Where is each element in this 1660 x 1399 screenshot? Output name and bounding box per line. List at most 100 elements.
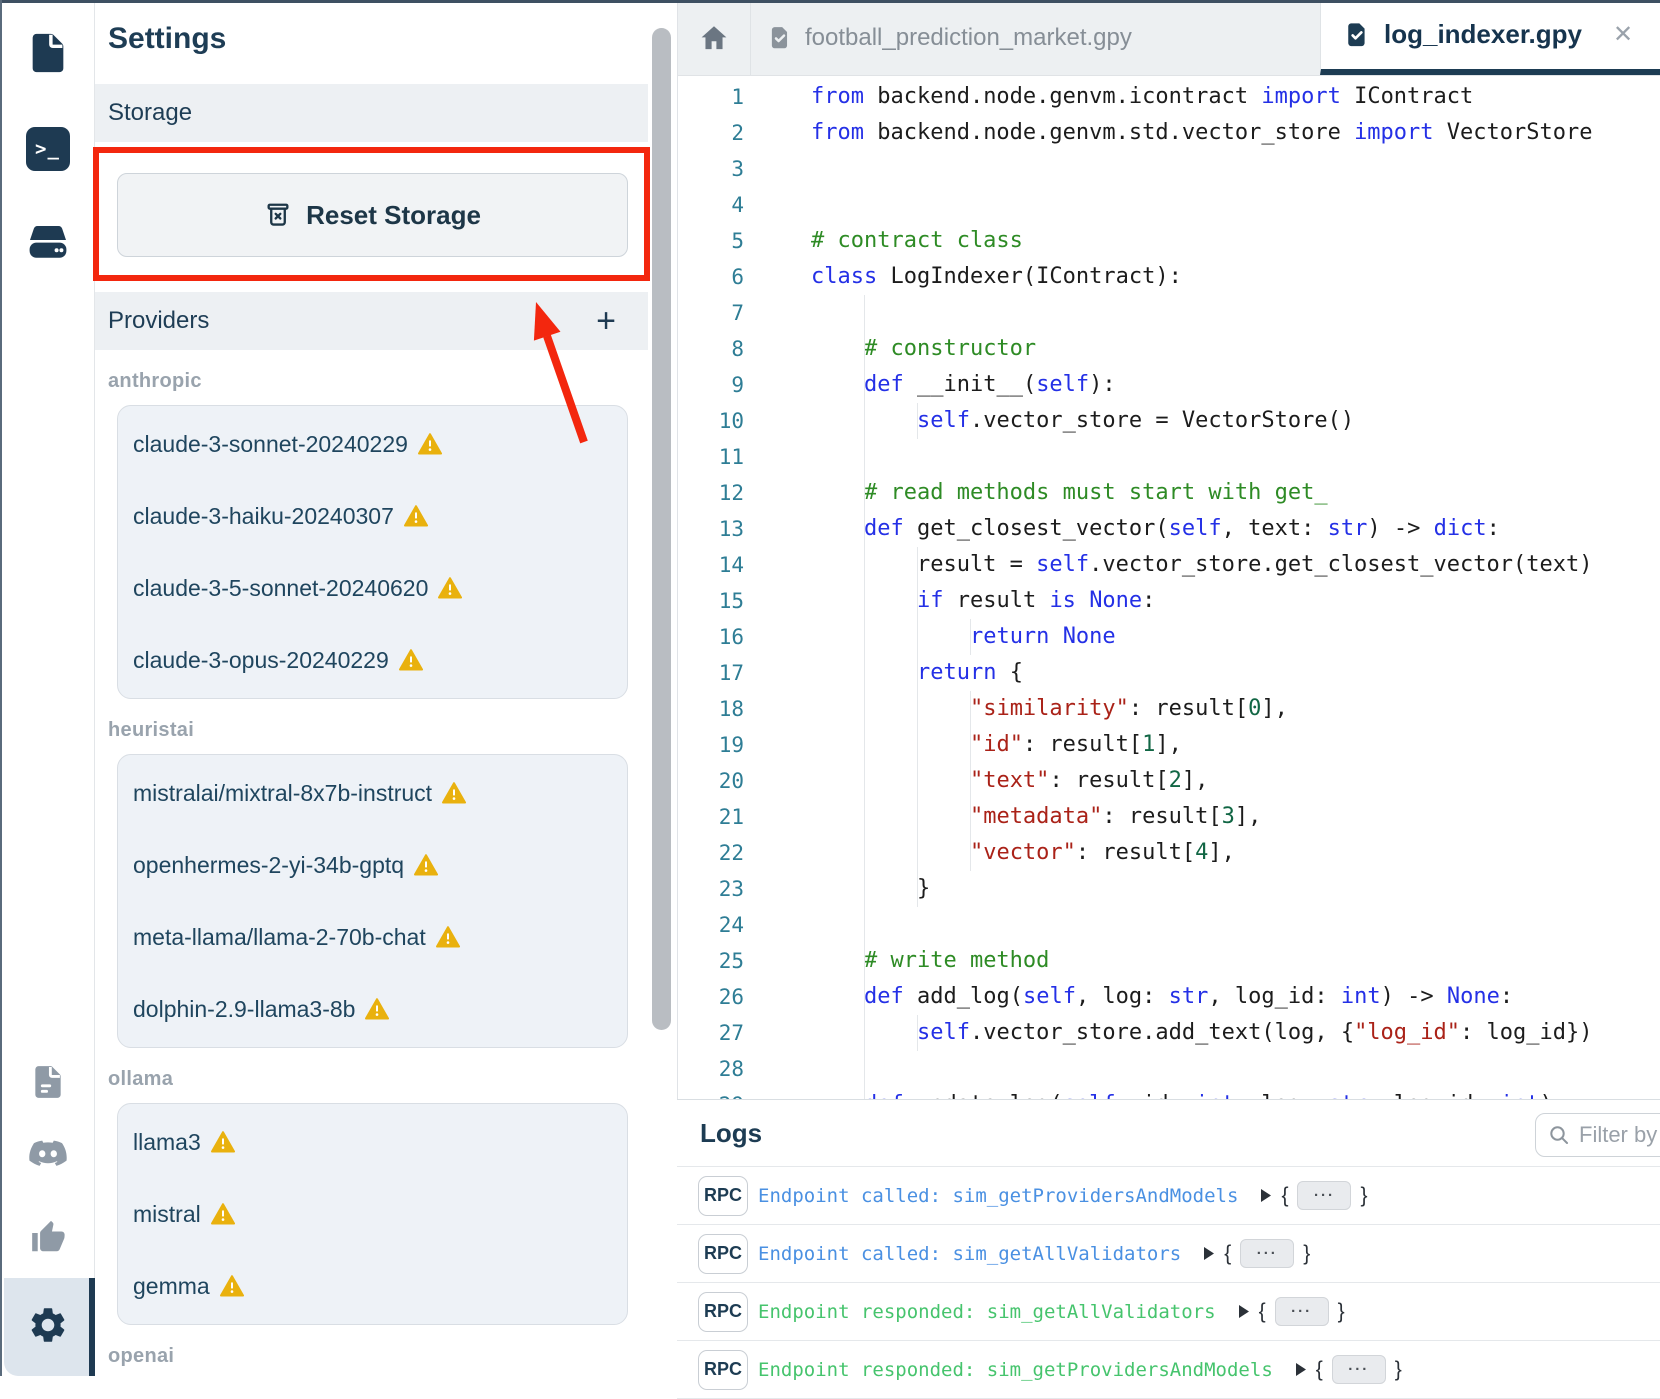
settings-panel: Settings Storage Reset Storage Providers… bbox=[95, 0, 677, 1376]
line-number: 24 bbox=[678, 913, 744, 937]
settings-gear-icon[interactable] bbox=[0, 1304, 95, 1346]
code-token: .vector_store = VectorStore() bbox=[970, 408, 1354, 433]
code-line: 8 # constructor bbox=[678, 331, 1660, 367]
indent-guide bbox=[864, 979, 865, 1015]
providers-section-label: Providers bbox=[108, 307, 209, 335]
code-line: 18 "similarity": result[0], bbox=[678, 691, 1660, 727]
code-token: import bbox=[1261, 84, 1340, 109]
contracts-file-icon[interactable] bbox=[0, 30, 95, 76]
log-json-preview[interactable]: {···} bbox=[1238, 1297, 1345, 1326]
provider-model-item[interactable]: dolphin-2.9-llama3-8b bbox=[118, 973, 627, 1045]
log-row[interactable]: RPCEndpoint responded: sim_getProvidersA… bbox=[677, 1341, 1660, 1399]
provider-model-item[interactable]: claude-3-sonnet-20240229 bbox=[118, 408, 627, 480]
logs-panel: Logs RPCEndpoint called: sim_getProvider… bbox=[677, 1099, 1660, 1376]
line-number: 25 bbox=[678, 949, 744, 973]
settings-scrollbar[interactable] bbox=[652, 28, 671, 1030]
tab-label: football_prediction_market.gpy bbox=[805, 24, 1132, 52]
editor-tab-bar: football_prediction_market.gpy log_index… bbox=[678, 0, 1660, 76]
provider-model-item[interactable]: gemma bbox=[118, 1250, 627, 1322]
reset-storage-label: Reset Storage bbox=[306, 200, 481, 231]
warning-icon bbox=[436, 926, 460, 948]
code-token: "log_id" bbox=[1354, 1020, 1460, 1045]
provider-model-item[interactable]: claude-3-5-sonnet-20240620 bbox=[118, 552, 627, 624]
storage-section-label: Storage bbox=[108, 99, 192, 127]
ellipsis-chip[interactable]: ··· bbox=[1297, 1181, 1351, 1210]
log-json-preview[interactable]: {···} bbox=[1260, 1181, 1367, 1210]
close-tab-icon[interactable]: ✕ bbox=[1613, 20, 1633, 49]
code-line: 16 return None bbox=[678, 619, 1660, 655]
tab-football-prediction-market[interactable]: football_prediction_market.gpy bbox=[750, 0, 1320, 75]
feedback-thumbs-up-icon[interactable] bbox=[0, 1218, 95, 1256]
code-token bbox=[811, 624, 970, 649]
line-number: 27 bbox=[678, 1021, 744, 1045]
terminal-icon[interactable]: >_ bbox=[0, 127, 95, 171]
line-number: 8 bbox=[678, 337, 744, 361]
storage-drive-icon[interactable] bbox=[0, 218, 95, 266]
code-line: 19 "id": result[1], bbox=[678, 727, 1660, 763]
ellipsis-chip[interactable]: ··· bbox=[1332, 1355, 1386, 1384]
code-line: 13 def get_closest_vector(self, text: st… bbox=[678, 511, 1660, 547]
logs-filter-box bbox=[1535, 1113, 1660, 1157]
code-line: 17 return { bbox=[678, 655, 1660, 691]
rpc-badge: RPC bbox=[698, 1234, 748, 1274]
provider-model-item[interactable]: claude-3-haiku-20240307 bbox=[118, 480, 627, 552]
file-check-icon bbox=[767, 25, 793, 51]
code-token: "text" bbox=[970, 768, 1049, 793]
indent-guide bbox=[970, 691, 971, 727]
code-line: 14 result = self.vector_store.get_closes… bbox=[678, 547, 1660, 583]
code-token: return bbox=[970, 624, 1049, 649]
discord-icon[interactable] bbox=[0, 1134, 95, 1176]
expand-triangle-icon[interactable] bbox=[1238, 1304, 1250, 1319]
line-number: 14 bbox=[678, 553, 744, 577]
indent-guide bbox=[864, 475, 865, 511]
expand-triangle-icon[interactable] bbox=[1295, 1362, 1307, 1377]
code-line: 15 if result is None: bbox=[678, 583, 1660, 619]
provider-model-item[interactable]: llama3 bbox=[118, 1106, 627, 1178]
log-json-preview[interactable]: {···} bbox=[1295, 1355, 1402, 1384]
brace-close: } bbox=[1338, 1300, 1345, 1324]
provider-model-item[interactable]: openhermes-2-yi-34b-gptq bbox=[118, 829, 627, 901]
provider-model-item[interactable]: mistralai/mixtral-8x7b-instruct bbox=[118, 757, 627, 829]
trash-x-icon bbox=[264, 201, 292, 229]
provider-model-item[interactable]: mistral bbox=[118, 1178, 627, 1250]
code-line: 2from backend.node.genvm.std.vector_stor… bbox=[678, 115, 1660, 151]
reset-storage-button[interactable]: Reset Storage bbox=[117, 173, 628, 257]
tab-log-indexer[interactable]: log_indexer.gpy ✕ bbox=[1320, 0, 1660, 75]
code-token: 0 bbox=[1248, 696, 1261, 721]
log-row[interactable]: RPCEndpoint responded: sim_getAllValidat… bbox=[677, 1283, 1660, 1341]
line-number: 26 bbox=[678, 985, 744, 1009]
code-token: __init__( bbox=[904, 372, 1036, 397]
code-token: backend.node.genvm.icontract bbox=[864, 84, 1261, 109]
code-token bbox=[811, 984, 864, 1009]
log-row[interactable]: RPCEndpoint called: sim_getProvidersAndM… bbox=[677, 1167, 1660, 1225]
docs-icon[interactable] bbox=[0, 1063, 95, 1101]
model-label: claude-3-5-sonnet-20240620 bbox=[133, 575, 428, 601]
indent-guide bbox=[864, 583, 865, 619]
indent-guide bbox=[917, 763, 918, 799]
provider-model-item[interactable]: claude-3-opus-20240229 bbox=[118, 624, 627, 696]
indent-guide bbox=[864, 367, 865, 403]
log-rows: RPCEndpoint called: sim_getProvidersAndM… bbox=[677, 1167, 1660, 1399]
code-token: : result[ bbox=[1129, 696, 1248, 721]
provider-group-label: heuristai bbox=[108, 719, 648, 742]
code-line: 22 "vector": result[4], bbox=[678, 835, 1660, 871]
add-provider-button[interactable]: + bbox=[596, 304, 616, 338]
expand-triangle-icon[interactable] bbox=[1203, 1246, 1215, 1261]
indent-guide bbox=[970, 835, 971, 871]
ellipsis-chip[interactable]: ··· bbox=[1240, 1239, 1294, 1268]
expand-triangle-icon[interactable] bbox=[1260, 1188, 1272, 1203]
code-text: self.vector_store = VectorStore() bbox=[744, 403, 1660, 439]
code-token: , log_id: bbox=[1208, 984, 1340, 1009]
line-number: 28 bbox=[678, 1057, 744, 1081]
code-text: "id": result[1], bbox=[744, 727, 1660, 763]
home-tab-button[interactable] bbox=[678, 0, 750, 75]
logs-filter-input[interactable] bbox=[1579, 1122, 1660, 1148]
log-json-preview[interactable]: {···} bbox=[1203, 1239, 1310, 1268]
code-token: def bbox=[864, 372, 904, 397]
ellipsis-chip[interactable]: ··· bbox=[1275, 1297, 1329, 1326]
code-token: def bbox=[864, 516, 904, 541]
provider-model-item[interactable]: meta-llama/llama-2-70b-chat bbox=[118, 901, 627, 973]
code-line: 27 self.vector_store.add_text(log, {"log… bbox=[678, 1015, 1660, 1051]
model-label: openhermes-2-yi-34b-gptq bbox=[133, 852, 404, 878]
log-row[interactable]: RPCEndpoint called: sim_getAllValidators… bbox=[677, 1225, 1660, 1283]
